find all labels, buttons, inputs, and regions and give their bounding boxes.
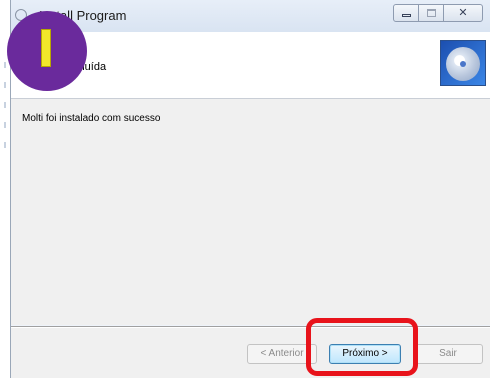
window-controls: ✕ bbox=[393, 4, 483, 22]
title-bar[interactable]: Install Program ✕ bbox=[11, 0, 490, 32]
cd-icon bbox=[440, 40, 486, 86]
close-icon: ✕ bbox=[458, 7, 468, 19]
back-button[interactable]: < Anterior bbox=[247, 344, 317, 364]
next-button[interactable]: Próximo > bbox=[329, 344, 401, 364]
minimize-icon bbox=[402, 14, 411, 17]
step-badge bbox=[7, 11, 87, 91]
strip-tick bbox=[4, 102, 6, 108]
wizard-content: Molti foi instalado com sucesso bbox=[11, 99, 490, 325]
cd-hole bbox=[460, 61, 466, 67]
wizard-footer: < Anterior Próximo > Sair bbox=[11, 328, 490, 378]
maximize-icon bbox=[427, 9, 436, 17]
exit-button[interactable]: Sair bbox=[413, 344, 483, 364]
strip-tick bbox=[4, 62, 6, 68]
strip-tick bbox=[4, 142, 6, 148]
strip-tick bbox=[4, 122, 6, 128]
maximize-button[interactable] bbox=[418, 4, 444, 22]
close-button[interactable]: ✕ bbox=[443, 4, 483, 22]
strip-tick bbox=[4, 82, 6, 88]
step-badge-letter bbox=[41, 29, 51, 67]
status-message: Molti foi instalado com sucesso bbox=[22, 113, 161, 124]
minimize-button[interactable] bbox=[393, 4, 419, 22]
cd-disc bbox=[446, 47, 480, 81]
